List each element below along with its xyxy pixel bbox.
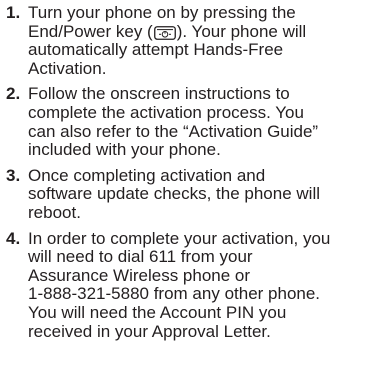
step-number: 2.	[6, 84, 21, 104]
step-text: Once completing activation and software …	[28, 165, 381, 223]
step-line: included with your phone.	[28, 140, 221, 160]
step-text: Follow the onscreen instructions to comp…	[28, 85, 381, 159]
step-3: 3. Once completing activation and softwa…	[6, 165, 381, 223]
step-line: Turn your phone on by pressing the	[28, 3, 296, 22]
step-line-part: End/Power key (	[28, 21, 153, 41]
step-line: received in your Approval Letter.	[28, 321, 271, 341]
step-line: Activation.	[28, 58, 107, 78]
step-line: In order to complete your activation, yo…	[28, 228, 331, 248]
step-line: 1-888-321-5880 from any other phone.	[28, 284, 321, 304]
step-text: Turn your phone on by pressing the End/P…	[28, 3, 381, 78]
step-number: 1.	[6, 3, 21, 22]
step-text: In order to complete your activation, yo…	[28, 228, 381, 342]
step-line: will need to dial 611 from your	[28, 247, 253, 267]
step-line: Once completing activation and	[28, 165, 266, 185]
step-line: can also refer to the “Activation Guide”	[28, 121, 319, 141]
step-line: software update checks, the phone will	[28, 184, 321, 204]
activation-steps-list: 1. Turn your phone on by pressing the En…	[6, 3, 381, 342]
step-line: reboot.	[28, 202, 81, 222]
step-line: automatically attempt Hands-Free	[28, 40, 284, 60]
step-line: You will need the Account PIN you	[28, 302, 287, 322]
step-number: 3.	[6, 165, 21, 185]
step-line: complete the activation process. You	[28, 102, 304, 122]
step-line-with-icon: End/Power key ( ). Your phone will	[28, 21, 381, 42]
step-4: 4. In order to complete your activation,…	[6, 228, 381, 342]
step-number: 4.	[6, 228, 21, 248]
step-line-part: ). Your phone will	[176, 21, 307, 41]
step-2: 2. Follow the onscreen instructions to c…	[6, 85, 381, 159]
end-power-key-icon	[153, 25, 176, 40]
step-1: 1. Turn your phone on by pressing the En…	[6, 3, 381, 78]
step-line: Assurance Wireless phone or	[28, 265, 251, 285]
step-line: Follow the onscreen instructions to	[28, 84, 290, 104]
